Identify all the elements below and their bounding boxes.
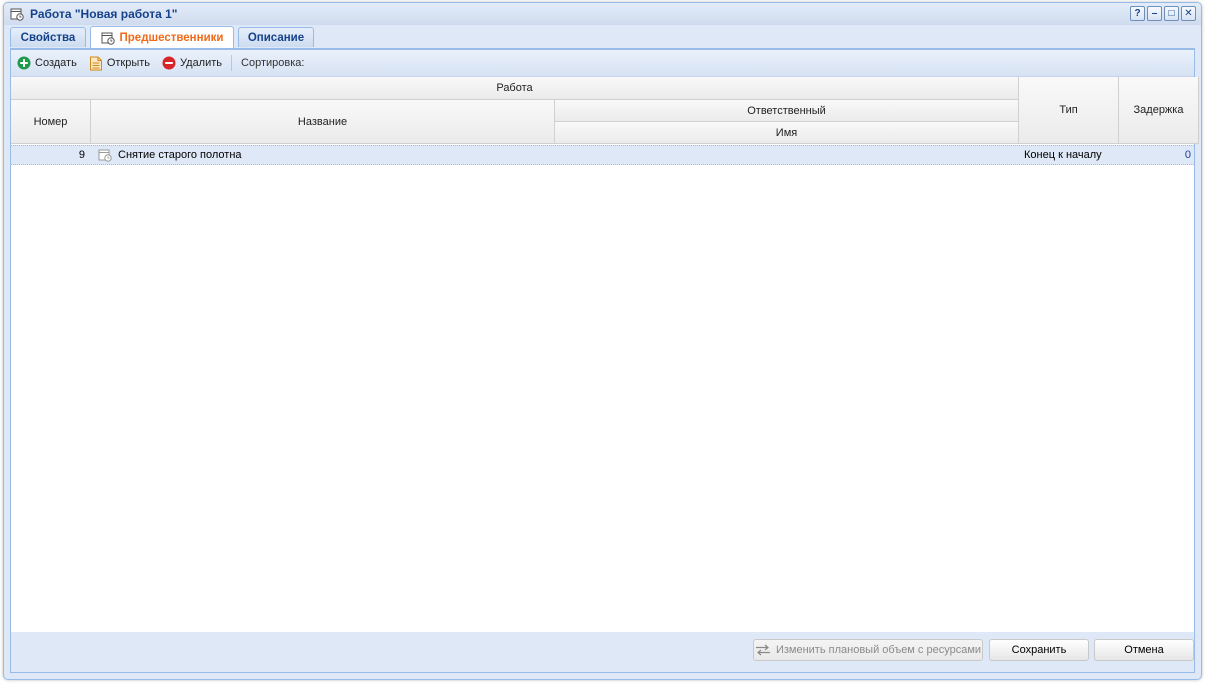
- save-label: Сохранить: [1011, 644, 1067, 656]
- toolbar-separator: [231, 55, 233, 71]
- tab-label: Свойства: [20, 31, 76, 44]
- task-window: Работа "Новая работа 1" ? – □ ✕ Свойства…: [3, 2, 1202, 680]
- grid-header: Работа Номер Название Ответственный Имя …: [11, 77, 1199, 144]
- header-label: Ответственный: [747, 104, 826, 117]
- header-responsible: Ответственный: [555, 100, 1019, 122]
- header-number[interactable]: Номер: [11, 100, 91, 144]
- cancel-button[interactable]: Отмена: [1094, 639, 1194, 661]
- header-responsible-name[interactable]: Имя: [555, 122, 1019, 144]
- tab-label: Описание: [247, 31, 305, 44]
- header-delay[interactable]: Задержка: [1119, 77, 1199, 144]
- minimize-icon[interactable]: –: [1147, 6, 1162, 21]
- document-icon: [89, 56, 102, 70]
- header-label: Название: [297, 115, 348, 128]
- predecessors-panel: Создать Открыть Удалить Сортировка: Рабо…: [10, 49, 1199, 673]
- header-label: Имя: [775, 126, 798, 139]
- task-icon: [10, 8, 24, 21]
- window-tools: ? – □ ✕: [1130, 6, 1196, 21]
- remove-icon: [162, 56, 176, 70]
- grid-body: 9 Снятие старого полотна Конец к началу …: [11, 144, 1194, 632]
- maximize-icon[interactable]: □: [1164, 6, 1179, 21]
- cancel-label: Отмена: [1124, 644, 1164, 656]
- close-icon[interactable]: ✕: [1181, 6, 1196, 21]
- tab-predecessors[interactable]: Предшественники: [90, 26, 234, 48]
- header-label: Задержка: [1133, 104, 1184, 116]
- change-planned-volume-button[interactable]: Изменить плановый объем с ресурсами: [753, 639, 983, 661]
- open-button[interactable]: Открыть: [89, 56, 150, 71]
- table-row[interactable]: 9 Снятие старого полотна Конец к началу …: [11, 145, 1194, 165]
- window-title: Работа "Новая работа 1": [30, 7, 178, 21]
- help-icon[interactable]: ?: [1130, 6, 1145, 21]
- save-button[interactable]: Сохранить: [989, 639, 1089, 661]
- change-planned-volume-label: Изменить плановый объем с ресурсами: [775, 644, 982, 656]
- tab-strip: Свойства Предшественники Описание: [10, 25, 1195, 49]
- create-label: Создать: [35, 57, 77, 69]
- dialog-footer: Изменить плановый объем с ресурсами Сохр…: [11, 632, 1194, 672]
- cell-number: 9: [78, 149, 85, 161]
- cell-type: Конец к началу: [1024, 149, 1102, 161]
- create-button[interactable]: Создать: [17, 56, 77, 70]
- window-titlebar[interactable]: Работа "Новая работа 1" ? – □ ✕: [4, 3, 1201, 25]
- cell-delay: 0: [1184, 149, 1191, 161]
- swap-arrows-icon: [755, 644, 770, 656]
- header-label: Тип: [1059, 104, 1078, 116]
- tab-properties[interactable]: Свойства: [10, 27, 86, 47]
- header-name[interactable]: Название: [91, 100, 555, 144]
- task-icon: [98, 149, 112, 162]
- task-icon: [101, 32, 115, 45]
- header-label: Работа: [496, 82, 533, 94]
- tab-label: Предшественники: [119, 31, 224, 44]
- header-label: Номер: [33, 115, 68, 128]
- delete-label: Удалить: [180, 57, 223, 69]
- grid-toolbar: Создать Открыть Удалить Сортировка:: [11, 50, 1194, 77]
- tab-description[interactable]: Описание: [238, 27, 314, 47]
- delete-button[interactable]: Удалить: [162, 56, 222, 70]
- cell-name: Снятие старого полотна: [118, 149, 242, 161]
- header-group-work: Работа: [11, 77, 1019, 100]
- open-label: Открыть: [106, 57, 151, 69]
- sort-label: Сортировка:: [241, 57, 305, 69]
- header-type[interactable]: Тип: [1019, 77, 1119, 144]
- add-icon: [17, 56, 31, 70]
